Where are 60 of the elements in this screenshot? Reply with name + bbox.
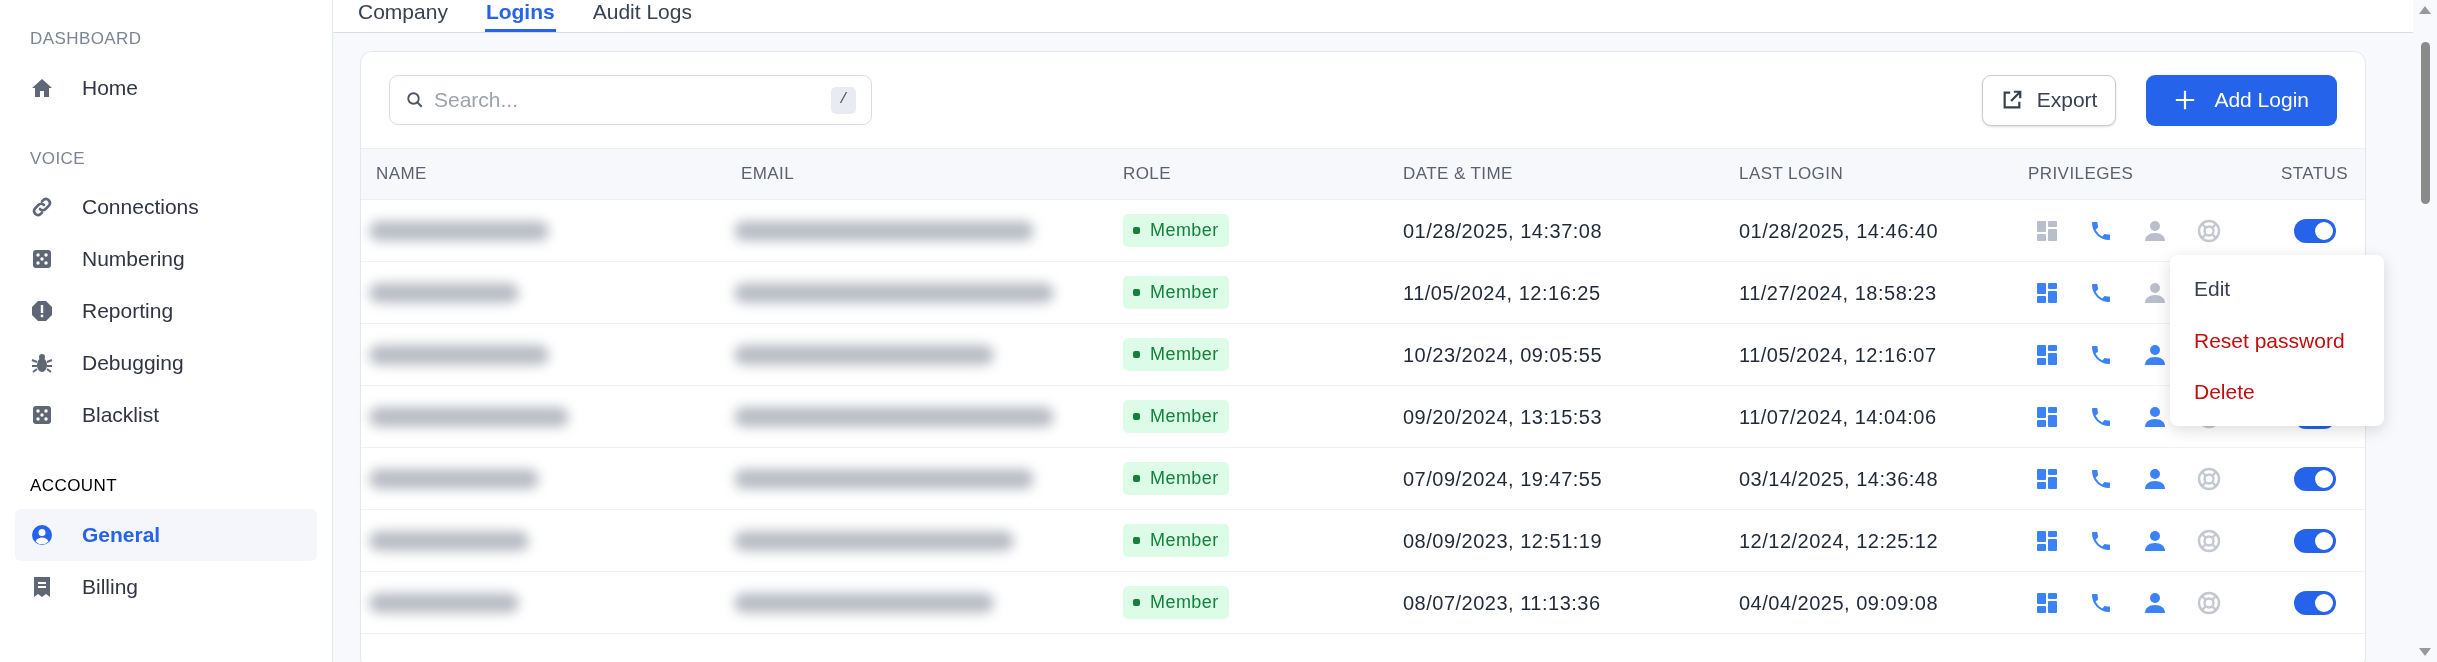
bug-icon [30, 351, 54, 375]
role-badge: Member [1123, 276, 1229, 309]
table-cell-text: 11/05/2024, 12:16:25 [1402, 280, 1602, 306]
export-button[interactable]: Export [1981, 74, 2117, 126]
tab[interactable]: Logins [484, 2, 556, 32]
search-icon [406, 91, 424, 109]
dice-icon [30, 247, 54, 271]
toggle-switch[interactable] [2294, 590, 2336, 615]
table-cell-text: 01/28/2025, 14:37:08 [1402, 218, 1604, 244]
link-icon [30, 195, 54, 219]
table-cell-text: 10/23/2024, 09:05:55 [1402, 342, 1604, 368]
sidebar-item[interactable]: Connections [15, 181, 317, 233]
column-header: LAST LOGIN [1739, 163, 1845, 186]
table-cell-text: 09/20/2024, 13:15:53 [1402, 404, 1604, 430]
toggle-switch[interactable] [2294, 466, 2336, 491]
role-badge: Member [1123, 214, 1229, 247]
sidebar-item[interactable]: Home [15, 61, 317, 114]
plus-icon [2174, 89, 2197, 111]
table-cell-text: 01/28/2025, 14:46:40 [1738, 218, 1940, 244]
column-header: EMAIL [741, 163, 796, 186]
shortcut-key: / [831, 87, 856, 114]
table-cell-text: 04/04/2025, 09:09:08 [1738, 590, 1940, 616]
table-cell-text: 08/07/2023, 11:13:36 [1402, 590, 1602, 616]
sidebar-item[interactable]: Reporting [15, 285, 317, 337]
role-badge: Member [1123, 586, 1229, 619]
menu-item[interactable]: Delete [2170, 366, 2384, 418]
column-header: STATUS [2281, 163, 2350, 186]
dice-icon [30, 403, 54, 427]
column-header: PRIVILEGES [2028, 163, 2135, 186]
table-cell-text: 08/09/2023, 12:51:19 [1402, 528, 1604, 554]
section-heading: DASHBOARD [29, 28, 143, 50]
table-cell-text: 12/12/2024, 12:25:12 [1738, 528, 1940, 554]
sidebar-item[interactable]: Blacklist [15, 389, 317, 441]
toggle-switch[interactable] [2294, 528, 2336, 553]
tab[interactable]: Audit Logs [591, 2, 693, 32]
menu-item[interactable]: Reset password [2170, 314, 2384, 366]
table-cell-text: 07/09/2024, 19:47:55 [1402, 466, 1604, 492]
table-cell-text: 11/07/2024, 14:04:06 [1738, 404, 1938, 430]
section-heading: VOICE [29, 147, 87, 170]
section-heading: ACCOUNT [29, 475, 119, 497]
column-header: DATE & TIME [1403, 163, 1514, 186]
table-cell-text: 03/14/2025, 14:36:48 [1738, 466, 1940, 492]
sidebar-item[interactable]: Billing [15, 560, 317, 613]
column-header: NAME [376, 163, 428, 186]
user-circle-icon [30, 522, 54, 547]
table-cell-text: 11/27/2024, 18:58:23 [1738, 280, 1938, 306]
role-badge: Member [1123, 524, 1229, 557]
menu-item[interactable]: Edit [2170, 263, 2384, 315]
table-cell-text: 11/05/2024, 12:16:07 [1738, 342, 1938, 368]
role-badge: Member [1123, 338, 1229, 371]
role-badge: Member [1123, 462, 1229, 495]
sidebar-item[interactable]: General [15, 508, 317, 561]
toggle-switch[interactable] [2294, 218, 2336, 243]
role-badge: Member [1123, 400, 1229, 433]
sidebar-item[interactable]: Numbering [15, 233, 317, 285]
alert-icon [30, 299, 54, 323]
add-login-button[interactable]: Add Login [2146, 74, 2337, 126]
sidebar-item[interactable]: Debugging [15, 337, 317, 389]
column-header: ROLE [1123, 163, 1172, 186]
tab[interactable]: Company [357, 2, 449, 32]
